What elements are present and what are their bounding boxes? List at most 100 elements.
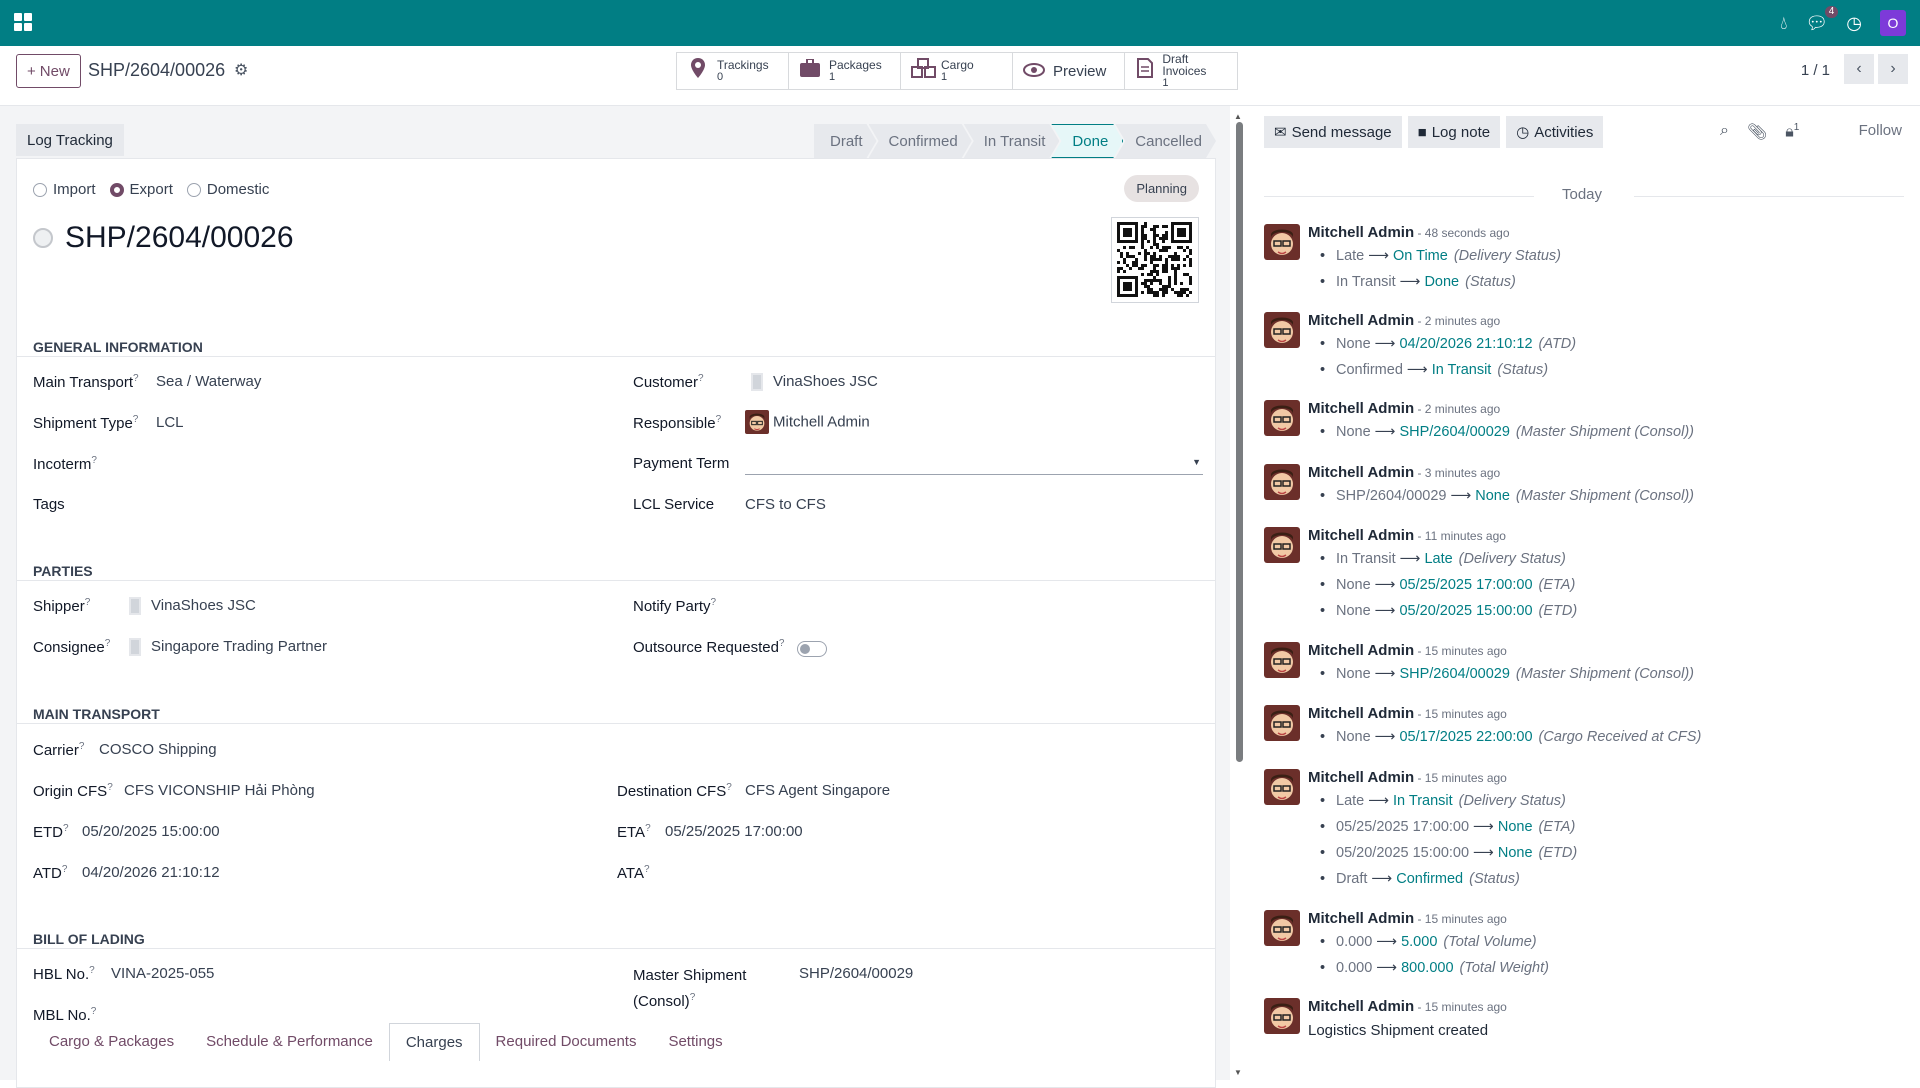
cargo-button[interactable]: Cargo 1 bbox=[901, 53, 1013, 89]
cargo-label: Cargo bbox=[941, 58, 974, 72]
lcl-service-field[interactable]: CFS to CFS bbox=[745, 496, 826, 513]
avatar[interactable] bbox=[1264, 642, 1300, 678]
log-tracking-button[interactable]: Log Tracking bbox=[16, 124, 124, 156]
draft-invoices-button[interactable]: Draft Invoices 1 bbox=[1125, 53, 1237, 89]
field-name: (Total Weight) bbox=[1459, 960, 1549, 976]
paperclip-icon[interactable]: 📎︎ bbox=[1747, 122, 1767, 142]
apps-menu-icon[interactable] bbox=[14, 13, 32, 31]
radio-import[interactable]: Import bbox=[33, 181, 96, 198]
etd-field[interactable]: 05/20/2025 15:00:00 bbox=[82, 823, 220, 840]
avatar[interactable] bbox=[1264, 312, 1300, 348]
stage-done[interactable]: Done bbox=[1051, 124, 1123, 158]
followers-button[interactable]: 🔒︎1 bbox=[1785, 122, 1799, 142]
ata-field[interactable] bbox=[665, 864, 965, 884]
avatar[interactable] bbox=[1264, 705, 1300, 741]
new-value: 05/25/2025 17:00:00 bbox=[1399, 577, 1533, 593]
outsource-toggle[interactable] bbox=[797, 641, 827, 657]
arrow-right-icon: ⟶ bbox=[1450, 488, 1472, 504]
new-value: None bbox=[1497, 819, 1533, 835]
destination-cfs-field[interactable]: CFS Agent Singapore bbox=[745, 782, 890, 799]
shipment-mode-radio: Import Export Domestic bbox=[33, 181, 269, 198]
avatar[interactable] bbox=[1264, 527, 1300, 563]
avatar[interactable] bbox=[1264, 400, 1300, 436]
search-icon[interactable]: ⌕ bbox=[1720, 122, 1729, 142]
scroll-thumb[interactable] bbox=[1236, 122, 1243, 762]
tab-schedule-performance[interactable]: Schedule & Performance bbox=[190, 1023, 389, 1061]
atd-field[interactable]: 04/20/2026 21:10:12 bbox=[82, 864, 220, 881]
radio-export[interactable]: Export bbox=[109, 181, 173, 198]
avatar[interactable] bbox=[1264, 464, 1300, 500]
message-author[interactable]: Mitchell Admin bbox=[1308, 642, 1414, 659]
field-name: (Master Shipment (Consol)) bbox=[1515, 424, 1694, 440]
stage-cancelled[interactable]: Cancelled bbox=[1115, 124, 1216, 158]
pager-value[interactable]: 1 / 1 bbox=[1801, 62, 1830, 79]
message-author[interactable]: Mitchell Admin bbox=[1308, 998, 1414, 1015]
shipper-field[interactable]: VinaShoes JSC bbox=[129, 597, 256, 616]
scroll-up-icon[interactable]: ▲ bbox=[1234, 112, 1242, 121]
avatar[interactable] bbox=[1264, 910, 1300, 946]
hbl-field[interactable]: VINA-2025-055 bbox=[111, 965, 214, 982]
message-author[interactable]: Mitchell Admin bbox=[1308, 312, 1414, 329]
arrow-right-icon: ⟶ bbox=[1371, 871, 1393, 887]
notify-party-field[interactable] bbox=[777, 597, 1077, 617]
field-name: (Status) bbox=[1465, 274, 1516, 290]
stage-confirmed[interactable]: Confirmed bbox=[869, 124, 972, 158]
stage-in-transit[interactable]: In Transit bbox=[964, 124, 1060, 158]
drop-icon[interactable]: 💧︎ bbox=[1780, 14, 1787, 32]
send-message-button[interactable]: ✉ Send message bbox=[1264, 116, 1402, 148]
divider bbox=[17, 580, 1215, 581]
trackings-button[interactable]: Trackings 0 bbox=[677, 53, 789, 89]
origin-cfs-field[interactable]: CFS VICONSHIP Hải Phòng bbox=[124, 782, 315, 799]
payment-term-select[interactable]: ▼ bbox=[745, 455, 1203, 475]
message-author[interactable]: Mitchell Admin bbox=[1308, 400, 1414, 417]
packages-button[interactable]: Packages 1 bbox=[789, 53, 901, 89]
log-note-button[interactable]: ■ Log note bbox=[1407, 116, 1501, 148]
carrier-field[interactable]: COSCO Shipping bbox=[99, 741, 217, 758]
main-transport-field[interactable]: Sea / Waterway bbox=[156, 373, 261, 390]
customer-field[interactable]: VinaShoes JSC bbox=[751, 373, 878, 392]
draft-invoices-label: Draft Invoices bbox=[1162, 52, 1207, 78]
status-circle-icon[interactable] bbox=[33, 228, 53, 248]
new-value: 05/20/2025 15:00:00 bbox=[1399, 603, 1533, 619]
consignee-field[interactable]: Singapore Trading Partner bbox=[129, 638, 327, 657]
pager-next-button[interactable]: › bbox=[1878, 54, 1908, 84]
tab-cargo-packages[interactable]: Cargo & Packages bbox=[33, 1023, 190, 1061]
incoterm-field[interactable] bbox=[156, 455, 456, 475]
message-author[interactable]: Mitchell Admin bbox=[1308, 527, 1414, 544]
message-time: - 15 minutes ago bbox=[1414, 644, 1507, 658]
tracking-change: None⟶05/20/2025 15:00:00 (ETD) bbox=[1320, 603, 1577, 619]
radio-domestic[interactable]: Domestic bbox=[186, 181, 269, 198]
message-author[interactable]: Mitchell Admin bbox=[1308, 769, 1414, 786]
message-author[interactable]: Mitchell Admin bbox=[1308, 224, 1414, 241]
stage-draft[interactable]: Draft bbox=[814, 124, 877, 158]
form-scrollbar[interactable]: ▲ ▼ bbox=[1234, 112, 1244, 1080]
tags-field[interactable] bbox=[156, 496, 456, 516]
avatar[interactable] bbox=[1264, 998, 1300, 1034]
pager-previous-button[interactable]: ‹ bbox=[1844, 54, 1874, 84]
tab-required-documents[interactable]: Required Documents bbox=[480, 1023, 653, 1061]
activities-button[interactable]: ◷ Activities bbox=[1506, 116, 1604, 148]
message-author[interactable]: Mitchell Admin bbox=[1308, 910, 1414, 927]
responsible-field[interactable]: Mitchell Admin bbox=[745, 410, 870, 434]
follow-button[interactable]: Follow bbox=[1859, 122, 1902, 139]
master-shipment-field[interactable]: SHP/2604/00029 bbox=[799, 965, 913, 982]
eta-field[interactable]: 05/25/2025 17:00:00 bbox=[665, 823, 803, 840]
gear-icon[interactable]: ⚙ bbox=[234, 60, 248, 80]
message-author[interactable]: Mitchell Admin bbox=[1308, 705, 1414, 722]
avatar[interactable] bbox=[1264, 769, 1300, 805]
avatar[interactable] bbox=[1264, 224, 1300, 260]
new-button[interactable]: + New bbox=[16, 54, 81, 88]
radio-import-label: Import bbox=[53, 181, 96, 198]
suitcase-icon bbox=[799, 58, 821, 83]
old-value: 0.000 bbox=[1336, 960, 1373, 976]
preview-button[interactable]: Preview bbox=[1013, 53, 1125, 89]
field-name: (Status) bbox=[1497, 362, 1549, 378]
tab-charges[interactable]: Charges bbox=[388, 1023, 480, 1061]
tab-settings[interactable]: Settings bbox=[652, 1023, 738, 1061]
clock-icon[interactable]: ◷ bbox=[1846, 14, 1862, 32]
shipment-type-field[interactable]: LCL bbox=[156, 414, 184, 431]
messages-icon[interactable]: 💬︎ 4 bbox=[1805, 6, 1839, 32]
message-author[interactable]: Mitchell Admin bbox=[1308, 464, 1414, 481]
scroll-down-icon[interactable]: ▼ bbox=[1234, 1068, 1242, 1077]
user-avatar[interactable]: O bbox=[1880, 10, 1906, 36]
